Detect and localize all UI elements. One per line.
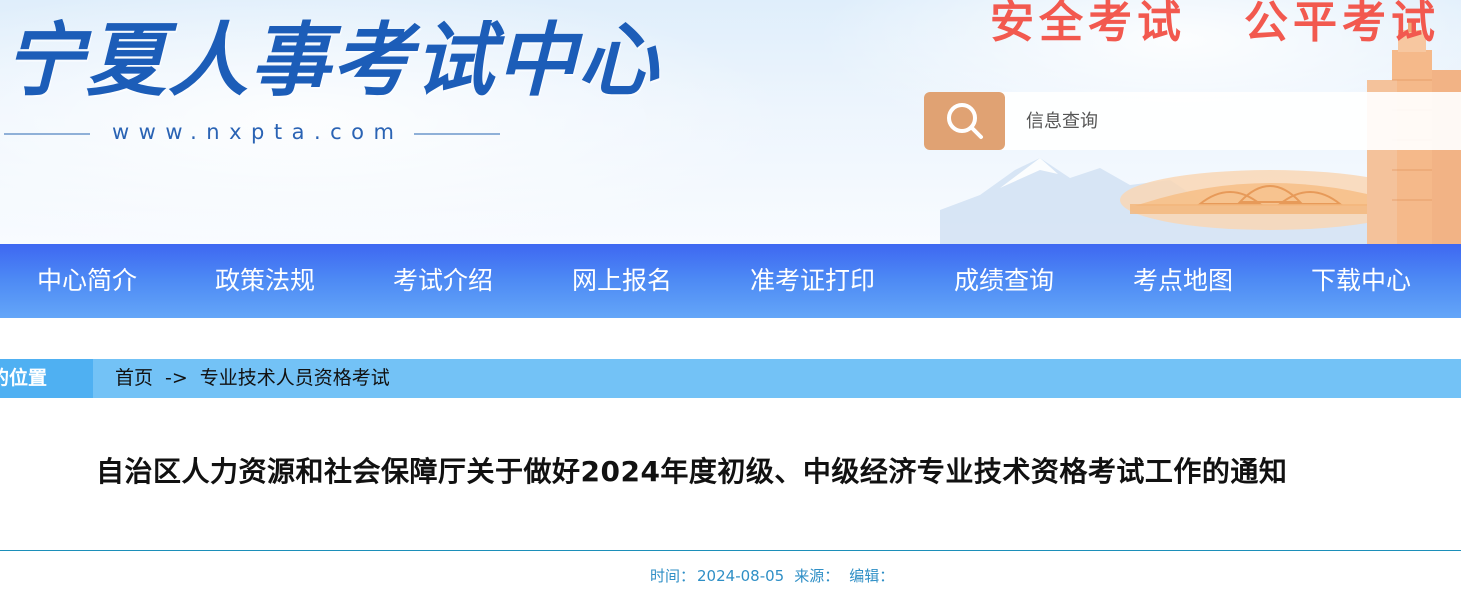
nav-item-online-registration[interactable]: 网上报名 [572, 244, 672, 318]
nav-item-score-query[interactable]: 成绩查询 [954, 244, 1054, 318]
nav-item-policies[interactable]: 政策法规 [215, 244, 315, 318]
meta-source-label: 来源： [794, 567, 840, 585]
breadcrumb: 的位置 首页 -> 专业技术人员资格考试 [0, 359, 1461, 398]
nav-item-admission-ticket[interactable]: 准考证打印 [750, 244, 875, 318]
article-title: 自治区人力资源和社会保障厅关于做好2024年度初级、中级经济专业技术资格考试工作… [96, 455, 1288, 488]
slogan-fair-exam: 公平考试 [1244, 0, 1440, 48]
search-icon [946, 103, 983, 139]
nav-item-exam-intro[interactable]: 考试介绍 [393, 244, 493, 318]
meta-time-label: 时间： [650, 567, 696, 585]
meta-time-value: 2024-08-05 [697, 567, 785, 585]
header-banner: 宁夏人事考试中心 www.nxpta.com 安全考试 公平考试 [0, 0, 1461, 244]
article-meta: 时间： 2024-08-05 来源： 编辑： [650, 565, 904, 586]
slogan-safe-exam: 安全考试 [990, 0, 1186, 48]
logo-divider-right [414, 133, 500, 135]
title-divider [0, 550, 1461, 551]
breadcrumb-trail: 首页 -> 专业技术人员资格考试 [115, 359, 390, 398]
main-nav: 中心简介 政策法规 考试介绍 网上报名 准考证打印 成绩查询 考点地图 下载中心 [0, 244, 1461, 318]
nav-item-center-intro[interactable]: 中心简介 [37, 244, 137, 318]
search-input[interactable] [1014, 101, 1458, 141]
breadcrumb-home-link[interactable]: 首页 [115, 367, 153, 389]
meta-editor-label: 编辑： [849, 567, 895, 585]
breadcrumb-category-link[interactable]: 专业技术人员资格考试 [200, 367, 390, 389]
logo-divider-left [4, 133, 90, 135]
search-button[interactable] [924, 92, 1005, 150]
nav-item-downloads[interactable]: 下载中心 [1311, 244, 1411, 318]
nav-item-exam-site-map[interactable]: 考点地图 [1133, 244, 1233, 318]
breadcrumb-separator: -> [165, 367, 188, 389]
breadcrumb-tag: 的位置 [0, 359, 93, 398]
site-url: www.nxpta.com [112, 120, 404, 144]
search-box [924, 92, 1461, 150]
site-logo-title[interactable]: 宁夏人事考试中心 [4, 12, 660, 108]
